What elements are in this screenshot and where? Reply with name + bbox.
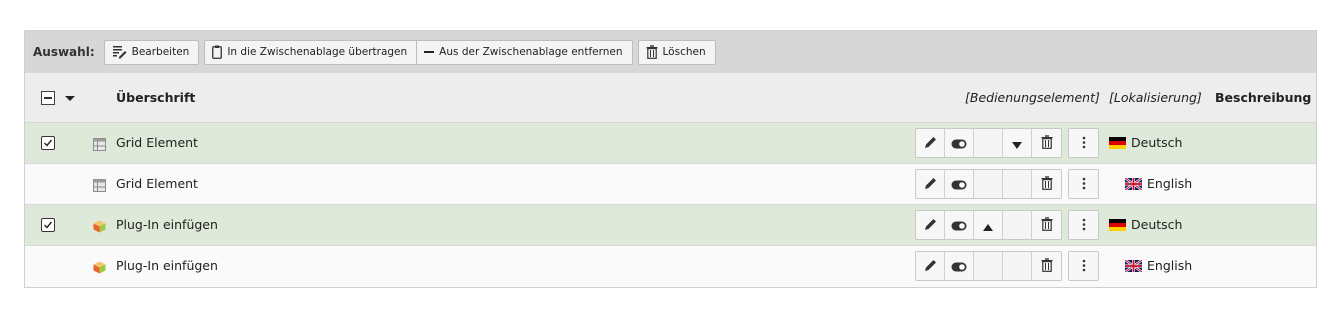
kebab-menu-icon: [1082, 257, 1086, 276]
column-header-title[interactable]: Überschrift: [116, 90, 195, 105]
pencil-icon: [924, 134, 937, 153]
select-all-checkbox[interactable]: [41, 91, 55, 105]
pencil-icon: [924, 257, 937, 276]
grid-element-icon: [93, 136, 106, 151]
language-label: Deutsch: [1131, 217, 1183, 232]
edit-button-label: Bearbeiten: [131, 46, 190, 58]
selection-label: Auswahl:: [33, 45, 95, 59]
table-row: Plug-In einfügen Deutsch: [25, 205, 1316, 246]
language-label: English: [1147, 258, 1193, 273]
hide-toggle-button[interactable]: [945, 252, 974, 280]
more-options-button[interactable]: [1069, 170, 1098, 198]
delete-record-button[interactable]: [1032, 129, 1061, 157]
row-title[interactable]: Plug-In einfügen: [116, 258, 218, 273]
de-flag-icon: [1109, 218, 1126, 231]
uk-flag-icon: [1124, 176, 1143, 191]
edit-list-icon: [112, 45, 127, 59]
localization-cell: Deutsch: [1109, 135, 1182, 150]
move-up-button[interactable]: [974, 211, 1003, 239]
grid-element-icon: [93, 177, 106, 192]
more-options-button[interactable]: [1069, 252, 1098, 280]
localization-cell: English: [1124, 176, 1193, 191]
trash-icon: [646, 45, 658, 59]
column-header-localization: [Lokalisierung]: [1109, 90, 1202, 105]
table-row: Plug-In einfügen English: [25, 246, 1316, 287]
kebab-menu-icon: [1082, 175, 1086, 194]
clipboard-icon: [212, 45, 223, 59]
column-header-control: [Bedienungselement]: [965, 90, 1100, 105]
hide-toggle-button[interactable]: [945, 170, 974, 198]
kebab-menu-icon: [1082, 134, 1086, 153]
move-down-placeholder: [1003, 252, 1032, 280]
edit-record-button[interactable]: [916, 170, 945, 198]
clipboard-button-group: In die Zwischenablage übertragen Aus der…: [204, 39, 633, 65]
hide-toggle-button[interactable]: [945, 211, 974, 239]
more-options-button[interactable]: [1069, 129, 1098, 157]
more-options-button[interactable]: [1069, 211, 1098, 239]
remove-from-clipboard-button[interactable]: Aus der Zwischenablage entfernen: [417, 39, 633, 65]
row-title[interactable]: Plug-In einfügen: [116, 217, 218, 232]
edit-record-button[interactable]: [916, 211, 945, 239]
move-down-placeholder: [1003, 170, 1032, 198]
copy-to-clipboard-label: In die Zwischenablage übertragen: [227, 46, 408, 58]
edit-button[interactable]: Bearbeiten: [103, 39, 200, 65]
triangle-down-icon: [1012, 134, 1022, 153]
pencil-icon: [924, 175, 937, 194]
row-controls: [915, 169, 1099, 199]
trash-icon: [1041, 257, 1053, 276]
row-controls: [915, 251, 1099, 281]
minus-icon: [424, 47, 435, 57]
table-row: Grid Element Deutsch: [25, 123, 1316, 164]
delete-button[interactable]: Löschen: [637, 39, 716, 65]
de-flag-icon: [1109, 136, 1126, 149]
trash-icon: [1041, 134, 1053, 153]
delete-record-button[interactable]: [1032, 252, 1061, 280]
kebab-menu-icon: [1082, 216, 1086, 235]
plugin-icon: [93, 259, 106, 274]
record-list-panel: Auswahl: Bearbeiten In die Zwischenablag…: [24, 30, 1317, 288]
table-header: Überschrift [Bedienungselement] [Lokalis…: [25, 73, 1316, 123]
move-down-placeholder: [1003, 211, 1032, 239]
row-title[interactable]: Grid Element: [116, 135, 198, 150]
row-title[interactable]: Grid Element: [116, 176, 198, 191]
trash-icon: [1041, 175, 1053, 194]
delete-record-button[interactable]: [1032, 170, 1061, 198]
move-up-placeholder: [974, 170, 1003, 198]
move-down-button[interactable]: [1003, 129, 1032, 157]
trash-icon: [1041, 216, 1053, 235]
delete-record-button[interactable]: [1032, 211, 1061, 239]
row-controls: [915, 128, 1099, 158]
remove-from-clipboard-label: Aus der Zwischenablage entfernen: [439, 46, 623, 58]
toggle-icon: [951, 134, 967, 153]
triangle-up-icon: [983, 216, 993, 235]
selection-toolbar: Auswahl: Bearbeiten In die Zwischenablag…: [25, 31, 1316, 73]
pencil-icon: [924, 216, 937, 235]
move-up-placeholder: [974, 252, 1003, 280]
move-up-placeholder: [974, 129, 1003, 157]
table-row: Grid Element English: [25, 164, 1316, 205]
edit-record-button[interactable]: [916, 129, 945, 157]
row-controls: [915, 210, 1099, 240]
toggle-icon: [951, 175, 967, 194]
localization-cell: Deutsch: [1109, 217, 1182, 232]
language-label: Deutsch: [1131, 135, 1183, 150]
edit-record-button[interactable]: [916, 252, 945, 280]
toggle-icon: [951, 216, 967, 235]
toggle-icon: [951, 257, 967, 276]
column-header-description[interactable]: Beschreibung: [1215, 90, 1311, 105]
localization-cell: English: [1124, 258, 1193, 273]
hide-toggle-button[interactable]: [945, 129, 974, 157]
row-checkbox[interactable]: [41, 218, 55, 232]
plugin-icon: [93, 218, 106, 233]
copy-to-clipboard-button[interactable]: In die Zwischenablage übertragen: [204, 39, 418, 65]
language-label: English: [1147, 176, 1193, 191]
delete-button-label: Löschen: [662, 46, 706, 58]
chevron-down-icon[interactable]: [65, 96, 75, 101]
uk-flag-icon: [1124, 258, 1143, 273]
row-checkbox[interactable]: [41, 136, 55, 150]
